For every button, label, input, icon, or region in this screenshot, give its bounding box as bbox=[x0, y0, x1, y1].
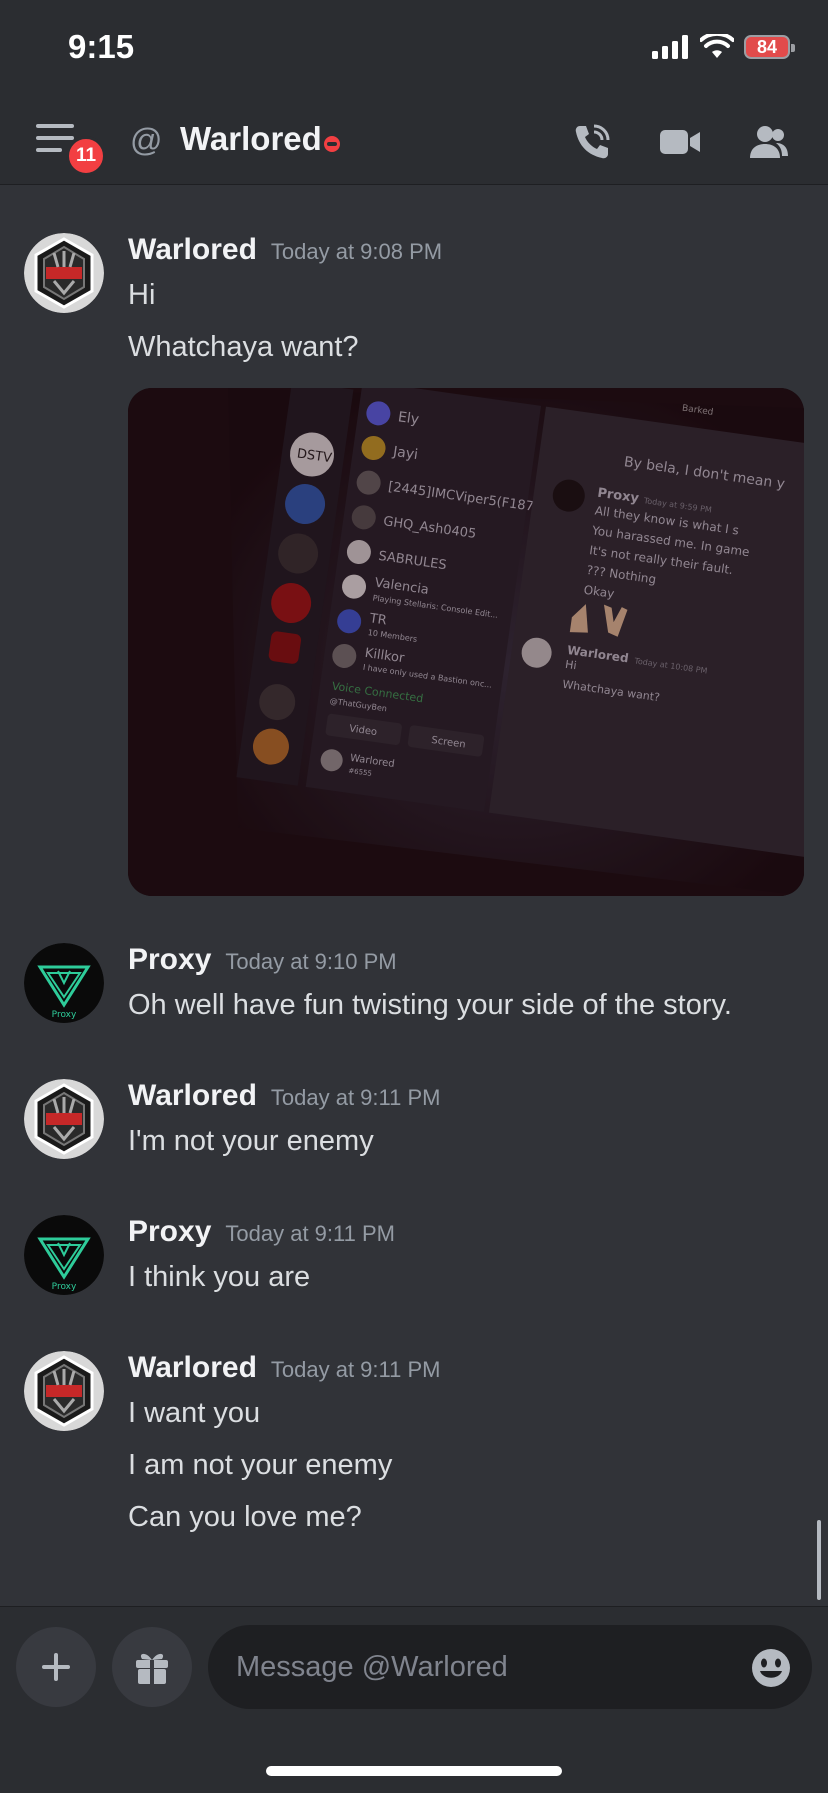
cellular-signal-icon bbox=[652, 35, 688, 59]
channel-title[interactable]: Warlored bbox=[180, 120, 322, 158]
plus-icon bbox=[42, 1653, 70, 1681]
proxy-logo-icon: Proxy bbox=[24, 1215, 104, 1295]
message-input-placeholder: Message @Warlored bbox=[236, 1650, 508, 1683]
notification-badge: 11 bbox=[66, 136, 106, 176]
message-timestamp: Today at 9:08 PM bbox=[270, 239, 443, 264]
message-text: Oh well have fun twisting your side of t… bbox=[128, 989, 732, 1021]
proxy-logo-icon: Proxy bbox=[24, 943, 104, 1023]
screenshot-photo: DSTV Ely Jayi [2445]IMCViper5(F187) GHQ_… bbox=[128, 388, 804, 896]
warlored-avatar[interactable] bbox=[24, 1351, 104, 1431]
proxy-avatar[interactable]: Proxy bbox=[24, 1215, 104, 1295]
message-author[interactable]: Warlored Today at 9:11 PM bbox=[128, 1351, 440, 1385]
channel-header: @ Warlored bbox=[0, 100, 828, 185]
warlored-logo-icon bbox=[24, 1351, 104, 1431]
status-icons: 84 bbox=[652, 34, 795, 60]
svg-text:Proxy: Proxy bbox=[52, 1010, 77, 1020]
message-timestamp: Today at 9:10 PM bbox=[225, 949, 397, 974]
message-text: I am not your enemy bbox=[128, 1449, 393, 1481]
message-author[interactable]: Proxy Today at 9:11 PM bbox=[128, 1215, 395, 1249]
warlored-logo-icon bbox=[24, 1079, 104, 1159]
message-text: I want you bbox=[128, 1397, 261, 1429]
dnd-status-icon bbox=[324, 136, 340, 152]
message-author[interactable]: Warlored Today at 9:11 PM bbox=[128, 1079, 440, 1113]
message-text: I'm not your enemy bbox=[128, 1125, 374, 1157]
warlored-avatar[interactable] bbox=[24, 233, 104, 313]
at-icon: @ bbox=[130, 122, 163, 158]
message-timestamp: Today at 9:11 PM bbox=[270, 1085, 441, 1110]
members-icon[interactable] bbox=[746, 120, 790, 164]
gift-icon bbox=[136, 1653, 168, 1684]
status-bar: 9:15 84 bbox=[0, 0, 828, 100]
video-call-icon[interactable] bbox=[658, 120, 702, 164]
message-author[interactable]: Warlored Today at 9:08 PM bbox=[128, 233, 442, 267]
message-text: I think you are bbox=[128, 1261, 311, 1293]
gift-button[interactable] bbox=[112, 1627, 192, 1707]
author-name[interactable]: Warlored bbox=[128, 1079, 257, 1112]
message-input[interactable]: Message @Warlored bbox=[208, 1625, 812, 1709]
message-text: Can you love me? bbox=[128, 1501, 362, 1533]
warlored-logo-icon bbox=[24, 233, 104, 313]
message-text: Hi bbox=[128, 279, 156, 311]
author-name[interactable]: Warlored bbox=[128, 1351, 257, 1384]
wifi-icon bbox=[700, 34, 734, 58]
voice-call-icon[interactable] bbox=[570, 120, 614, 164]
warlored-avatar[interactable] bbox=[24, 1079, 104, 1159]
message-timestamp: Today at 9:11 PM bbox=[270, 1357, 441, 1382]
home-indicator[interactable] bbox=[266, 1766, 562, 1776]
author-name[interactable]: Proxy bbox=[128, 943, 211, 976]
add-attachment-button[interactable] bbox=[16, 1627, 96, 1707]
message-text: Whatchaya want? bbox=[128, 331, 359, 363]
proxy-avatar[interactable]: Proxy bbox=[24, 943, 104, 1023]
battery-level: 84 bbox=[756, 36, 778, 57]
message-author[interactable]: Proxy Today at 9:10 PM bbox=[128, 943, 397, 977]
message-timestamp: Today at 9:11 PM bbox=[225, 1221, 395, 1246]
status-time: 9:15 bbox=[68, 28, 135, 65]
message-list[interactable]: Warlored Today at 9:08 PM Hi Whatchaya wa… bbox=[0, 185, 828, 1605]
svg-text:Proxy: Proxy bbox=[52, 1282, 77, 1292]
author-name[interactable]: Proxy bbox=[128, 1215, 211, 1248]
author-name[interactable]: Warlored bbox=[128, 233, 257, 266]
image-attachment[interactable]: DSTV Ely Jayi [2445]IMCViper5(F187) GHQ_… bbox=[128, 388, 804, 896]
emoji-icon[interactable] bbox=[750, 1647, 792, 1689]
message-composer: Message @Warlored bbox=[0, 1606, 828, 1793]
scrollbar[interactable] bbox=[817, 1520, 821, 1600]
battery-indicator: 84 bbox=[744, 35, 795, 59]
